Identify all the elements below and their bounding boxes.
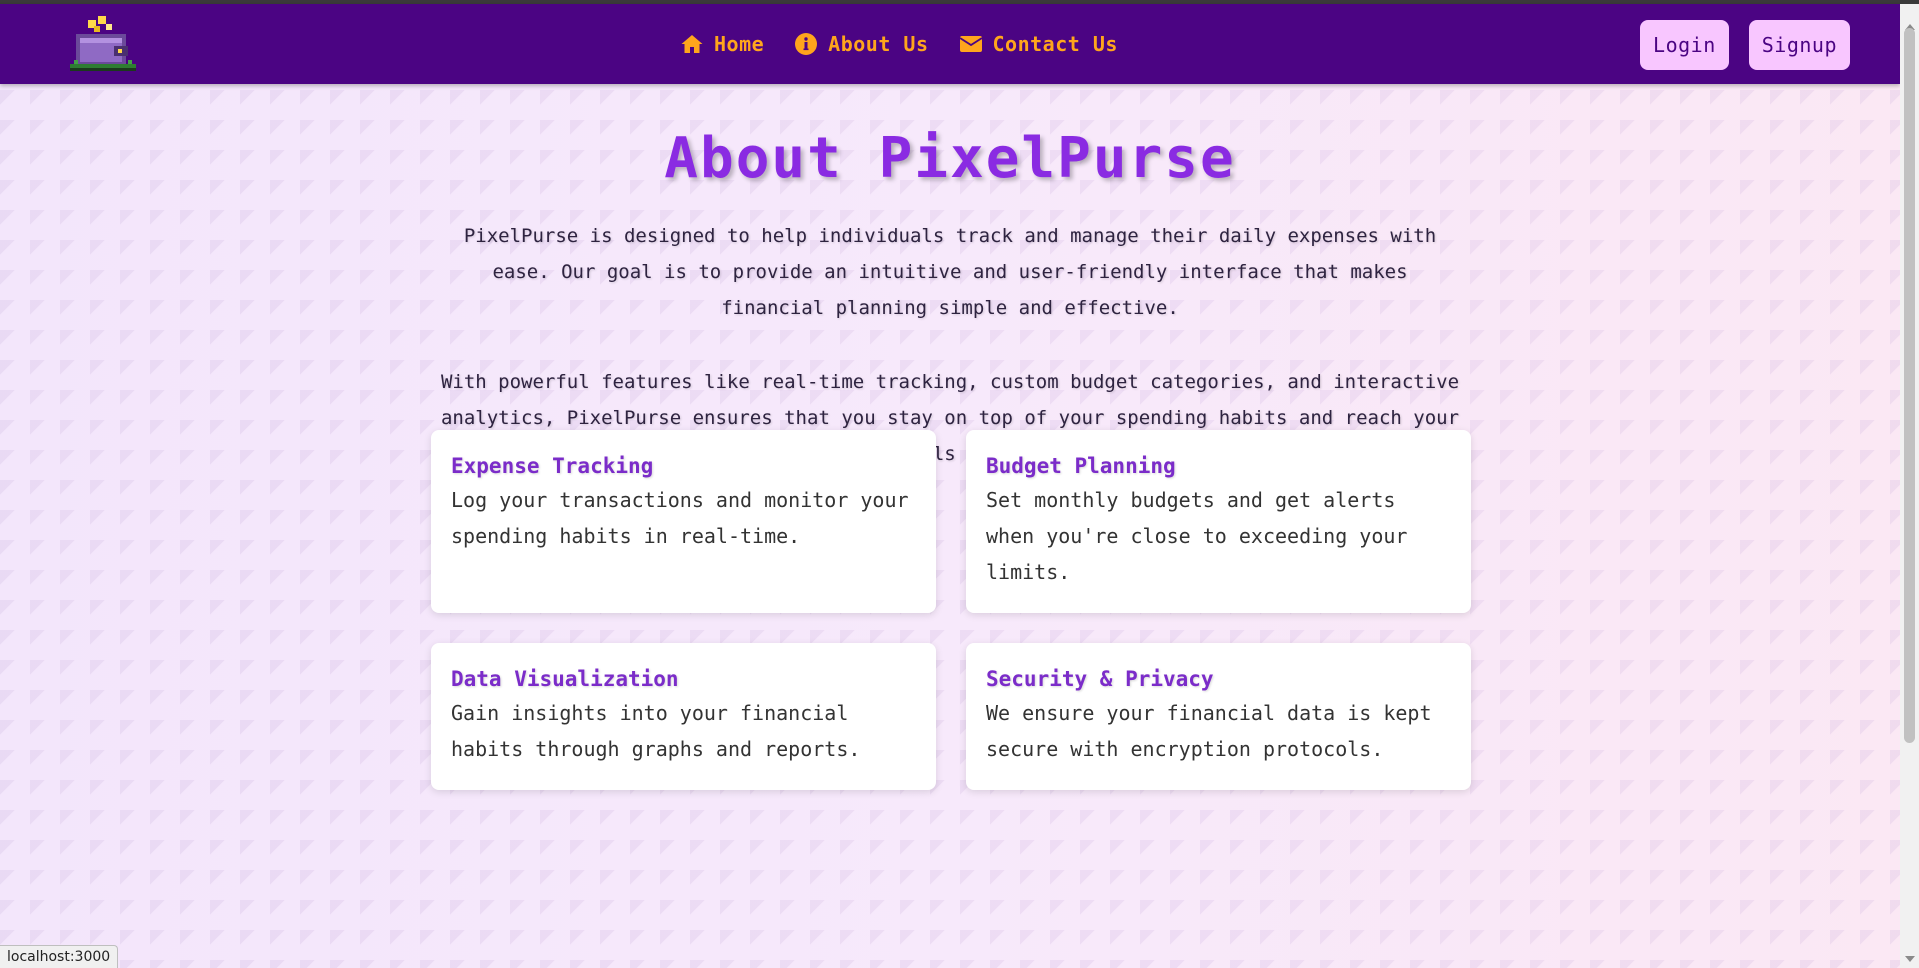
feature-card-budget-planning: Budget Planning Set monthly budgets and … [966, 430, 1471, 613]
feature-card-title: Security & Privacy [986, 667, 1214, 691]
pixelpurse-logo-icon[interactable] [70, 14, 136, 72]
nav-contact-label: Contact Us [992, 32, 1118, 56]
about-section: About PixelPurse PixelPurse is designed … [0, 84, 1900, 472]
scroll-down-arrow-icon[interactable] [1905, 956, 1915, 962]
vertical-scrollbar[interactable] [1900, 4, 1919, 968]
info-icon [795, 33, 818, 55]
nav-about-label: About Us [828, 32, 929, 56]
intro-paragraph: PixelPurse is designed to help individua… [463, 225, 1437, 319]
nav-contact-link[interactable]: Contact Us [959, 32, 1118, 56]
feature-card-expense-tracking: Expense Tracking Log your transactions a… [431, 430, 936, 613]
login-button[interactable]: Login [1640, 20, 1729, 70]
feature-card-description: We ensure your financial data is kept se… [986, 701, 1432, 761]
page-title: About PixelPurse [664, 126, 1236, 191]
link-status-tooltip: localhost:3000 [0, 945, 119, 968]
scroll-thumb[interactable] [1904, 28, 1915, 743]
feature-cards: Expense Tracking Log your transactions a… [431, 430, 1471, 790]
nav-about-link[interactable]: About Us [794, 32, 928, 56]
home-icon [681, 35, 703, 53]
feature-card-data-visualization: Data Visualization Gain insights into yo… [431, 643, 936, 790]
feature-card-security-privacy: Security & Privacy We ensure your financ… [966, 643, 1471, 790]
navbar: Home About Us Contact Us Login Signup [0, 4, 1900, 84]
feature-card-description: Log your transactions and monitor your s… [451, 488, 909, 548]
feature-card-title: Expense Tracking [451, 454, 654, 478]
feature-card-description: Set monthly budgets and get alerts when … [986, 488, 1408, 584]
feature-card-title: Budget Planning [986, 454, 1176, 478]
signup-button[interactable]: Signup [1748, 20, 1850, 70]
envelope-icon [959, 36, 982, 52]
nav-home-label: Home [714, 32, 765, 56]
feature-card-description: Gain insights into your financial habits… [451, 701, 861, 761]
auth-buttons: Login Signup [1640, 20, 1850, 70]
nav-links: Home About Us Contact Us [680, 4, 1118, 84]
feature-card-title: Data Visualization [451, 667, 679, 691]
nav-home-link[interactable]: Home [680, 32, 764, 56]
